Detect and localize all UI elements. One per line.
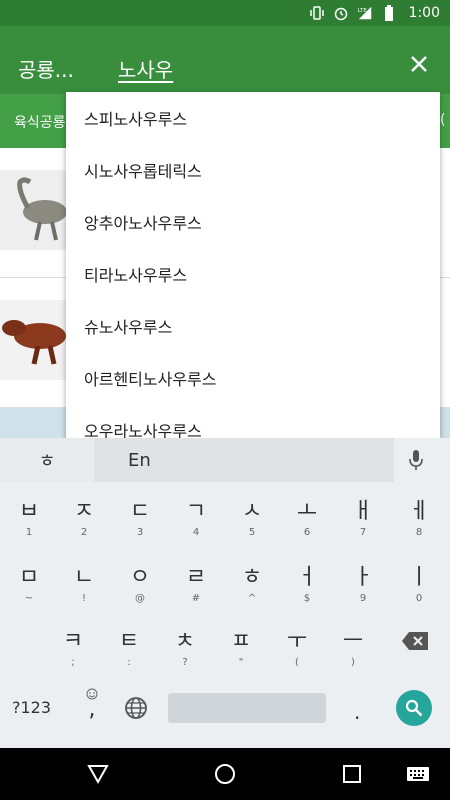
keyboard-icon: [407, 767, 429, 781]
english-mode-key[interactable]: En: [94, 438, 394, 482]
microphone-icon: [409, 450, 423, 470]
lte-signal-icon: LTE: [357, 5, 373, 21]
key-row2-1[interactable]: ㅁ ~: [9, 556, 49, 612]
back-button[interactable]: [86, 762, 110, 786]
suggestion-item[interactable]: 오우라노사우루스: [66, 404, 440, 438]
key-row2-2[interactable]: ㄴ!: [64, 556, 104, 612]
home-button[interactable]: [213, 762, 237, 786]
back-triangle-icon: [87, 765, 109, 785]
tab-next[interactable]: (: [440, 112, 445, 128]
key-row3-4[interactable]: ㅍ ": [221, 620, 261, 676]
dinosaur-thumbnail: [0, 300, 70, 380]
key-row1-1[interactable]: ㅂ1: [9, 490, 49, 546]
clock: 1:00: [408, 5, 440, 21]
key-row2-6[interactable]: ㅓ $: [287, 556, 327, 612]
suggestion-item[interactable]: 스피노사우루스: [66, 92, 440, 144]
navigation-bar: [0, 748, 450, 800]
key-row2-5[interactable]: ㅎ ^: [232, 556, 272, 612]
language-switch-key[interactable]: [124, 696, 148, 720]
close-icon: [411, 56, 427, 72]
key-row2-8[interactable]: ㅣ0: [399, 556, 439, 612]
period-key[interactable]: .: [354, 700, 360, 724]
key-row3-3[interactable]: ㅊ?: [165, 620, 205, 676]
dinosaur-thumbnail: [0, 170, 70, 250]
comma-key[interactable]: ,: [82, 688, 102, 732]
suggestion-item[interactable]: 아르헨티노사우루스: [66, 352, 440, 404]
key-row1-7[interactable]: ㅐ7: [343, 490, 383, 546]
globe-icon: [125, 697, 147, 719]
key-row1-2[interactable]: ㅈ2: [64, 490, 104, 546]
voice-input-button[interactable]: [404, 448, 428, 472]
key-row2-4[interactable]: ㄹ #: [176, 556, 216, 612]
key-row1-6[interactable]: ㅗ6: [287, 490, 327, 546]
key-row1-5[interactable]: ㅅ5: [232, 490, 272, 546]
backspace-icon: [402, 632, 428, 650]
key-row1-3[interactable]: ㄷ3: [120, 490, 160, 546]
status-bar: LTE 1:00: [0, 0, 450, 26]
dinosaur-image-1: [0, 170, 70, 250]
key-row1-8[interactable]: ㅔ8: [399, 490, 439, 546]
hangul-mode-key[interactable]: ㅎ: [0, 438, 94, 482]
suggestion-item[interactable]: 시노사우롭테릭스: [66, 144, 440, 196]
suggestion-item[interactable]: 슈노사우루스: [66, 300, 440, 352]
svg-text:LTE: LTE: [357, 8, 366, 14]
search-suggestions: 스피노사우루스 시노사우롭테릭스 앙추아노사우루스 티라노사우루스 슈노사우루스…: [66, 92, 440, 438]
vibrate-icon: [309, 5, 325, 21]
key-row3-6[interactable]: ㅡ): [333, 620, 373, 676]
dinosaur-image-2: [0, 300, 70, 380]
key-row3-5[interactable]: ㅜ(: [277, 620, 317, 676]
keyboard: ㅎ En ㅂ1 ㅈ2 ㄷ3 ㄱ4 ㅅ5 ㅗ6 ㅐ7 ㅔ8 ㅁ ~ ㄴ! ㅇ @ ㄹ #…: [0, 438, 450, 748]
space-key[interactable]: [168, 693, 326, 723]
key-row2-3[interactable]: ㅇ @: [120, 556, 160, 612]
key-row2-7[interactable]: ㅏ9: [343, 556, 383, 612]
backspace-key[interactable]: [398, 628, 432, 654]
recents-button[interactable]: [340, 762, 364, 786]
home-circle-icon: [215, 764, 235, 784]
close-search-button[interactable]: [404, 49, 434, 79]
suggestion-item[interactable]: 앙추아노사우루스: [66, 196, 440, 248]
battery-icon: [381, 5, 397, 21]
key-row3-2[interactable]: ㅌ:: [109, 620, 149, 676]
app-title: 공룡...: [18, 58, 74, 82]
keyboard-toolbar: ㅎ En: [0, 438, 450, 482]
search-icon: [405, 699, 423, 717]
keyboard-switch-button[interactable]: [404, 762, 432, 786]
comma-label: ,: [88, 697, 96, 722]
suggestion-item[interactable]: 티라노사우루스: [66, 248, 440, 300]
key-row1-4[interactable]: ㄱ4: [176, 490, 216, 546]
app-bar: 공룡... 노사우: [0, 26, 450, 94]
search-key[interactable]: [396, 690, 432, 726]
alarm-icon: [333, 5, 349, 21]
key-row3-1[interactable]: ㅋ;: [53, 620, 93, 676]
tab-carnivore[interactable]: 육식공룡: [14, 112, 66, 132]
search-input[interactable]: 노사우: [118, 54, 173, 83]
recents-square-icon: [343, 765, 361, 783]
symbols-key[interactable]: ?123: [12, 698, 51, 717]
